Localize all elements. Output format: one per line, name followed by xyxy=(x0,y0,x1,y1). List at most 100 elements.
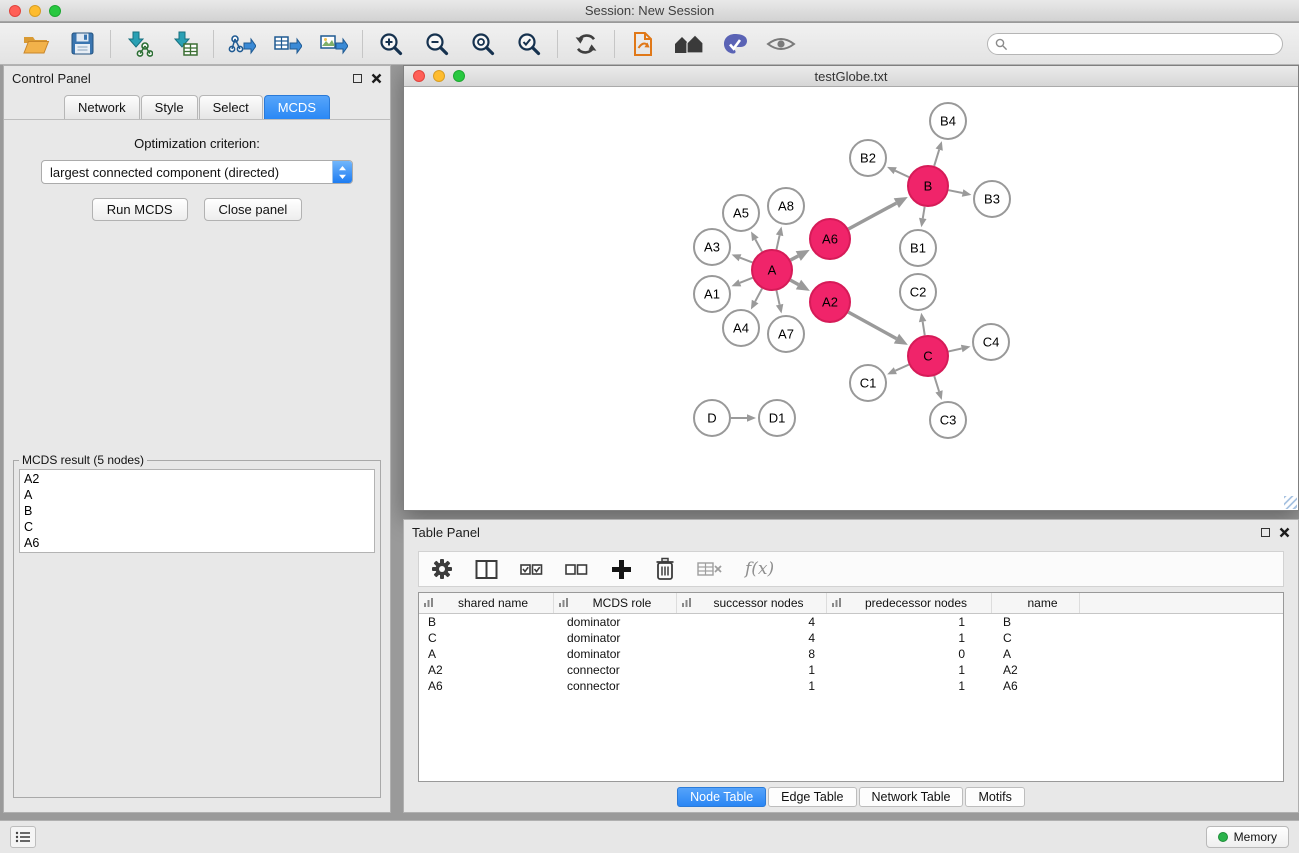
column-header-name[interactable]: name xyxy=(992,593,1080,613)
graph-edge[interactable] xyxy=(848,312,907,345)
close-view-button[interactable] xyxy=(413,70,425,82)
zoom-window-button[interactable] xyxy=(49,5,61,17)
column-header-mcds-role[interactable]: MCDS role xyxy=(554,593,677,613)
result-item[interactable]: A2 xyxy=(20,471,374,487)
import-table-icon[interactable] xyxy=(169,28,201,60)
zoom-selected-icon[interactable] xyxy=(513,28,545,60)
tab-network[interactable]: Network xyxy=(64,95,140,119)
split-columns-icon[interactable] xyxy=(475,559,498,580)
graph-node[interactable]: C2 xyxy=(900,274,936,310)
result-item[interactable]: C xyxy=(20,519,374,535)
graph-edge[interactable] xyxy=(776,291,783,314)
tab-edge-table[interactable]: Edge Table xyxy=(768,787,856,807)
table-row[interactable]: A6 connector 1 1 A6 xyxy=(419,678,1283,694)
graph-edge[interactable] xyxy=(732,254,753,262)
graph-edge[interactable] xyxy=(776,227,783,250)
network-canvas[interactable]: AA6A2BCA1A3A4A5A7A8B1B2B3B4C1C2C3C4DD1 xyxy=(404,87,1298,510)
graph-edge[interactable] xyxy=(791,250,810,261)
graph-edge[interactable] xyxy=(848,197,907,229)
tab-network-table[interactable]: Network Table xyxy=(859,787,964,807)
table-row[interactable]: B dominator 4 1 B xyxy=(419,614,1283,630)
graph-node[interactable]: B1 xyxy=(900,230,936,266)
table-cell[interactable]: A xyxy=(419,646,554,662)
export-table-icon[interactable] xyxy=(272,28,304,60)
mcds-result-list[interactable]: A2 A B C A6 xyxy=(19,469,375,553)
panel-list-icon[interactable] xyxy=(10,826,36,848)
graph-node[interactable]: A5 xyxy=(723,195,759,231)
graph-node[interactable]: D xyxy=(694,400,730,436)
tab-mcds[interactable]: MCDS xyxy=(264,95,330,119)
column-header-successor-nodes[interactable]: successor nodes xyxy=(677,593,827,613)
graph-edge[interactable] xyxy=(751,231,762,251)
result-item[interactable]: A xyxy=(20,487,374,503)
graph-edge[interactable] xyxy=(887,365,909,375)
graph-edge[interactable] xyxy=(919,207,927,228)
delete-columns-icon[interactable] xyxy=(697,559,723,579)
criterion-dropdown[interactable]: largest connected component (directed) xyxy=(41,160,353,184)
add-row-icon[interactable] xyxy=(610,558,633,581)
graph-edge[interactable] xyxy=(887,167,909,177)
tab-motifs[interactable]: Motifs xyxy=(965,787,1024,807)
tab-style[interactable]: Style xyxy=(141,95,198,119)
zoom-in-icon[interactable] xyxy=(375,28,407,60)
graph-node[interactable]: B2 xyxy=(850,140,886,176)
graph-edge[interactable] xyxy=(790,280,809,291)
graph-node[interactable]: D1 xyxy=(759,400,795,436)
column-header-shared-name[interactable]: shared name xyxy=(419,593,554,613)
settings-gear-icon[interactable] xyxy=(431,558,453,580)
result-item[interactable]: B xyxy=(20,503,374,519)
close-window-button[interactable] xyxy=(9,5,21,17)
graph-edge[interactable] xyxy=(948,345,970,352)
table-cell[interactable]: 1 xyxy=(827,662,992,678)
table-cell[interactable]: C xyxy=(419,630,554,646)
table-cell[interactable]: 4 xyxy=(677,614,827,630)
table-cell[interactable]: dominator xyxy=(554,646,677,662)
graph-node[interactable]: B xyxy=(908,166,948,206)
network-window-titlebar[interactable]: testGlobe.txt xyxy=(404,66,1298,87)
table-cell[interactable]: 1 xyxy=(827,630,992,646)
graph-edge[interactable] xyxy=(919,313,927,336)
curved-document-icon[interactable] xyxy=(627,28,659,60)
tab-node-table[interactable]: Node Table xyxy=(677,787,766,807)
graph-node[interactable]: C1 xyxy=(850,365,886,401)
table-cell[interactable]: 4 xyxy=(677,630,827,646)
select-all-check-icon[interactable] xyxy=(520,559,543,580)
minimize-window-button[interactable] xyxy=(29,5,41,17)
table-cell[interactable]: 1 xyxy=(827,678,992,694)
graph-edge[interactable] xyxy=(731,278,752,287)
function-builder-icon[interactable]: f(x) xyxy=(745,559,774,579)
table-cell[interactable]: connector xyxy=(554,678,677,694)
memory-button[interactable]: Memory xyxy=(1206,826,1289,848)
graph-node[interactable]: A xyxy=(752,250,792,290)
save-session-icon[interactable] xyxy=(66,28,98,60)
table-cell[interactable]: A6 xyxy=(992,678,1080,694)
graph-node[interactable]: C4 xyxy=(973,324,1009,360)
zoom-fit-icon[interactable] xyxy=(467,28,499,60)
table-cell[interactable]: connector xyxy=(554,662,677,678)
zoom-out-icon[interactable] xyxy=(421,28,453,60)
graph-node[interactable]: B3 xyxy=(974,181,1010,217)
eye-icon[interactable] xyxy=(765,28,797,60)
graph-edge[interactable] xyxy=(934,141,943,166)
float-panel-icon[interactable] xyxy=(353,74,362,83)
table-cell[interactable]: A2 xyxy=(419,662,554,678)
network-graph[interactable]: AA6A2BCA1A3A4A5A7A8B1B2B3B4C1C2C3C4DD1 xyxy=(404,87,1298,510)
export-image-icon[interactable] xyxy=(318,28,350,60)
graph-node[interactable]: A2 xyxy=(810,282,850,322)
graph-node[interactable]: A8 xyxy=(768,188,804,224)
graph-node[interactable]: B4 xyxy=(930,103,966,139)
table-cell[interactable]: dominator xyxy=(554,630,677,646)
resize-grip[interactable] xyxy=(1284,496,1297,509)
table-cell[interactable]: 1 xyxy=(677,678,827,694)
network-home-icon[interactable] xyxy=(673,28,705,60)
table-cell[interactable]: 0 xyxy=(827,646,992,662)
table-row[interactable]: A dominator 8 0 A xyxy=(419,646,1283,662)
column-header-predecessor-nodes[interactable]: predecessor nodes xyxy=(827,593,992,613)
table-cell[interactable]: A2 xyxy=(992,662,1080,678)
table-cell[interactable]: 8 xyxy=(677,646,827,662)
graph-node[interactable]: A3 xyxy=(694,229,730,265)
table-cell[interactable]: B xyxy=(419,614,554,630)
graph-edge[interactable] xyxy=(949,189,972,196)
table-cell[interactable]: C xyxy=(992,630,1080,646)
close-panel-icon[interactable] xyxy=(371,73,382,84)
